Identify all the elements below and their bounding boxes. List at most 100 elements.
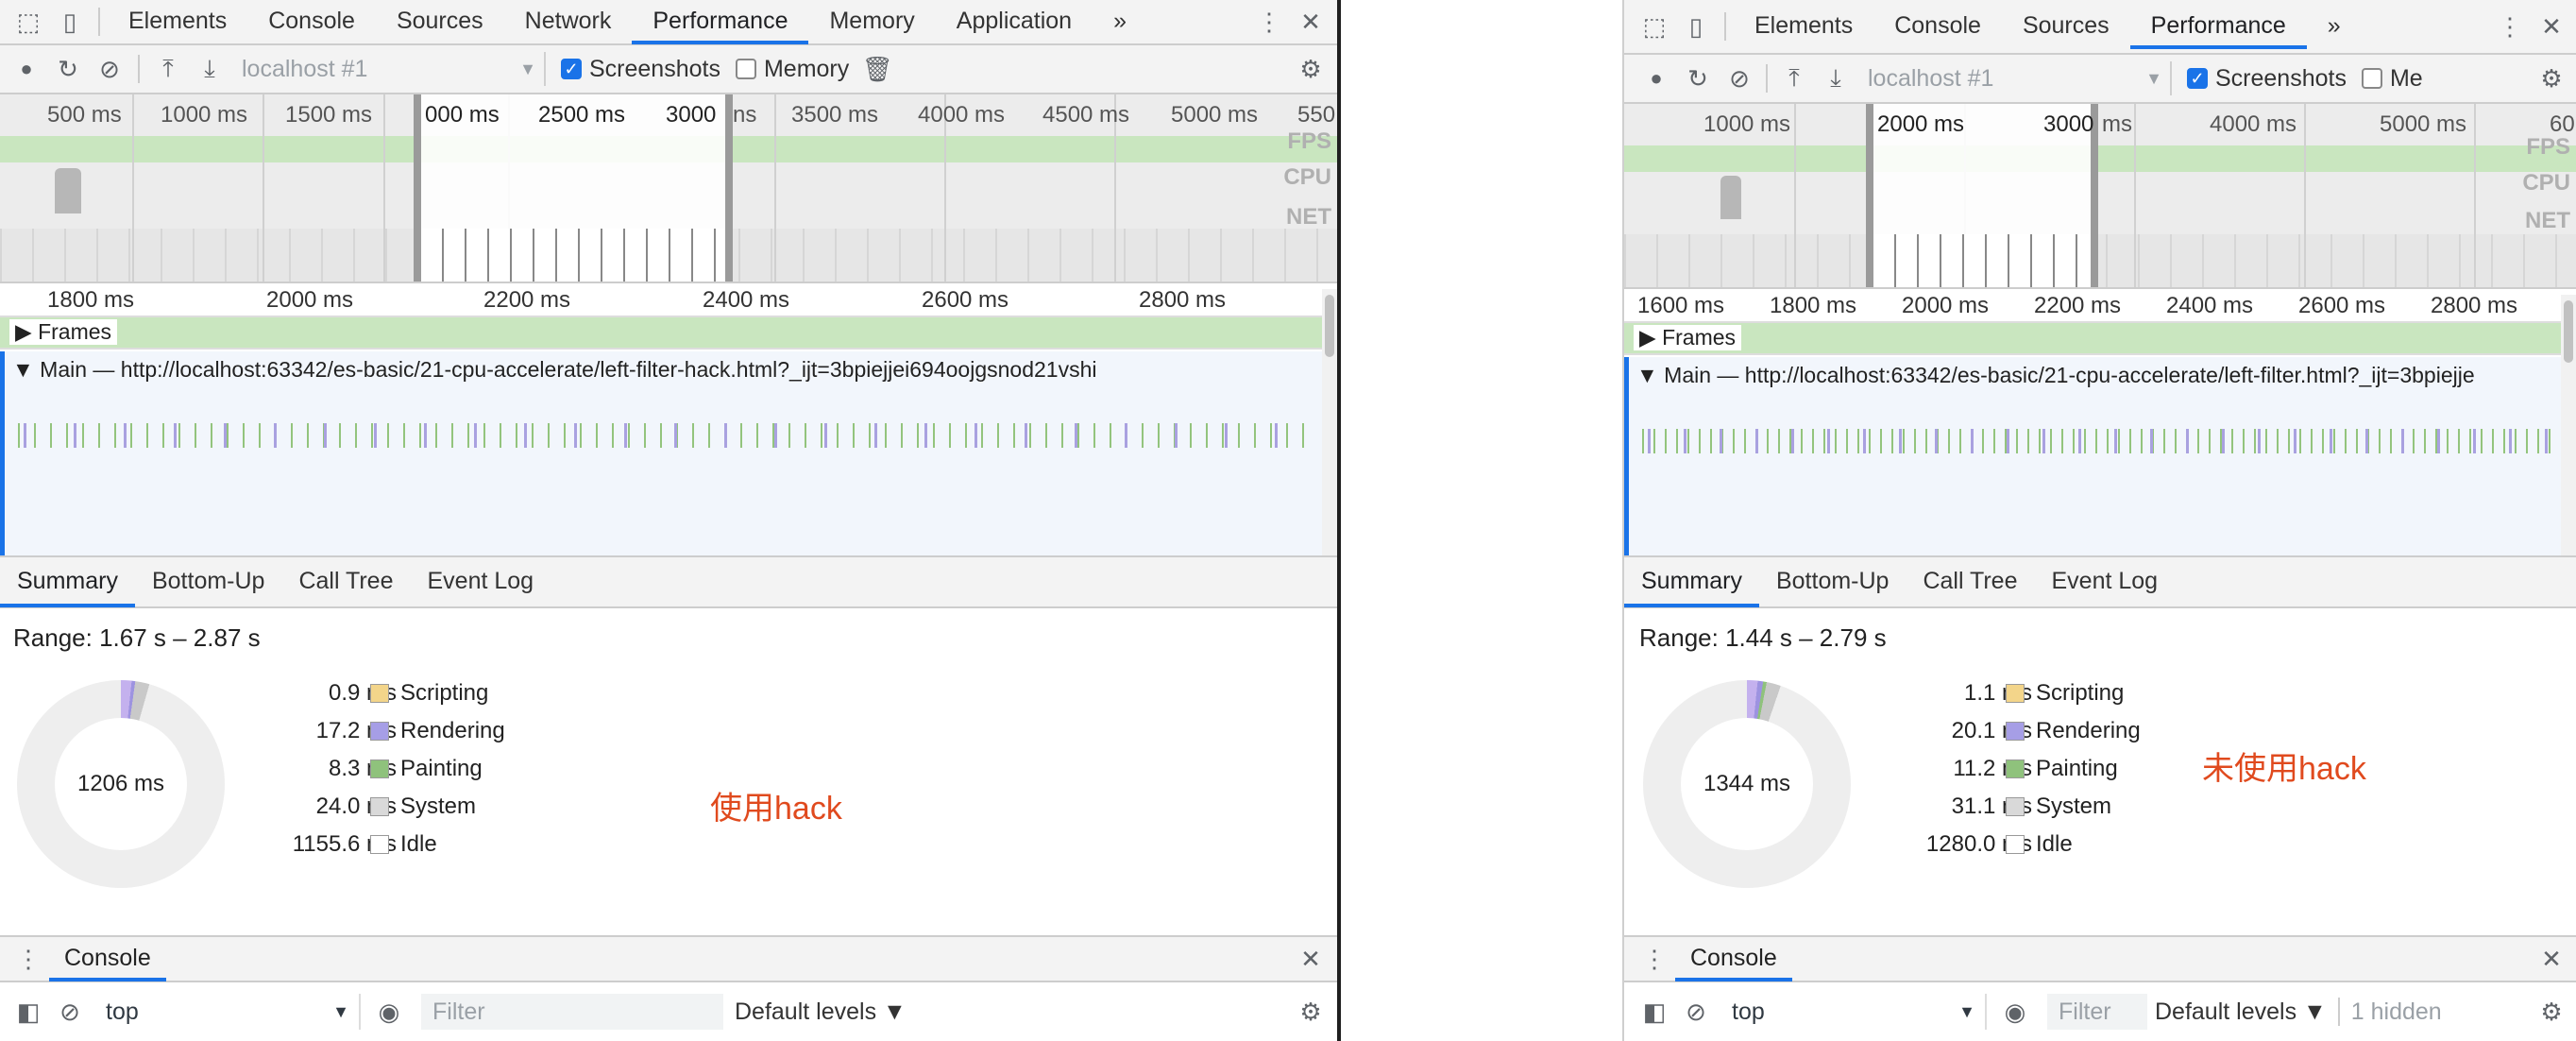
tab-bottom-up[interactable]: Bottom-Up [135,556,281,607]
frames-label: ▶ Frames [9,319,118,345]
kebab-menu-icon[interactable]: ⋮ [1634,938,1675,980]
inspect-icon[interactable]: ⬚ [1634,6,1675,47]
scrollbar-thumb[interactable] [2564,300,2573,363]
tab-bottom-up[interactable]: Bottom-Up [1759,556,1906,607]
overview-tick: 500 ms [47,102,122,128]
close-icon[interactable]: ✕ [2531,6,2572,47]
tab-summary[interactable]: Summary [1624,556,1759,607]
tab-summary[interactable]: Summary [0,556,135,607]
tab-console[interactable]: Console [1873,4,2002,49]
clear-icon[interactable]: ⊘ [1719,58,1760,99]
close-icon[interactable]: ✕ [1290,938,1331,980]
reload-icon[interactable]: ↻ [47,48,89,90]
gear-icon[interactable]: ⚙ [2531,991,2572,1032]
drawer-tab-console[interactable]: Console [49,936,166,981]
context-select[interactable]: top ▼ [96,994,361,1030]
tab-event-log[interactable]: Event Log [2035,556,2176,607]
legend-row-idle: 1155.6 ms Idle [292,831,437,857]
tab-call-tree[interactable]: Call Tree [281,556,410,607]
main-thread-track[interactable]: ▼ Main — http://localhost:63342/es-basic… [0,351,1337,555]
frames-track[interactable]: ▶ Frames [0,317,1337,350]
tab-sources[interactable]: Sources [2002,4,2130,49]
devtools-panel-left: ⬚ ▯ Elements Console Sources Network Per… [0,0,1337,1041]
overview-tick: 4000 ms [2210,111,2297,137]
timeline-tick: 1800 ms [47,287,135,313]
overview-tick: 550 [1297,102,1336,128]
upload-icon[interactable]: ⤒ [147,48,189,90]
clear-icon[interactable]: ⊘ [89,48,130,90]
record-icon[interactable]: ● [1635,58,1677,99]
details-tabs: Summary Bottom-Up Call Tree Event Log [1624,555,2576,608]
more-tabs-button[interactable]: » [1093,0,1147,44]
tab-elements[interactable]: Elements [1734,4,1873,49]
memory-checkbox[interactable]: Memory [735,56,849,83]
filter-input[interactable]: Filter [421,994,723,1030]
context-value: top [1732,998,1765,1025]
timeline-overview[interactable]: 500 ms 1000 ms 1500 ms 000 ms 2500 ms 30… [0,94,1337,283]
overview-tick: 000 ms [425,102,500,128]
tab-event-log[interactable]: Event Log [411,556,551,607]
more-tabs-button[interactable]: » [2307,4,2362,49]
devtools-panel-right: ⬚ ▯ Elements Console Sources Performance… [1622,0,2576,1041]
block-icon[interactable]: ⊘ [1675,991,1717,1032]
vertical-scrollbar[interactable] [1322,289,1337,555]
context-value: top [106,998,139,1025]
activity-donut-chart: 1344 ms [1643,680,1851,888]
screenshots-checkbox[interactable]: ✓ Screenshots [561,56,720,83]
reload-icon[interactable]: ↻ [1677,58,1719,99]
kebab-menu-icon[interactable]: ⋮ [2489,6,2531,47]
tab-console[interactable]: Console [247,0,376,44]
close-icon[interactable]: ✕ [2531,938,2572,980]
tab-performance[interactable]: Performance [2129,4,2307,49]
record-icon[interactable]: ● [6,48,47,90]
download-icon[interactable]: ⤓ [189,48,230,90]
default-levels-select[interactable]: Default levels ▼ [735,998,907,1026]
device-icon[interactable]: ▯ [49,1,91,43]
device-icon[interactable]: ▯ [1675,6,1717,47]
screenshots-checkbox[interactable]: ✓ Screenshots [2187,65,2347,93]
gear-icon[interactable]: ⚙ [1290,48,1331,90]
trash-icon[interactable]: 🗑 [856,48,898,90]
overview-tick: 2500 ms [538,102,626,128]
default-levels-select[interactable]: Default levels ▼ [2155,998,2327,1026]
memory-checkbox[interactable]: Me [2361,65,2423,93]
tab-network[interactable]: Network [504,0,633,44]
sidebar-icon[interactable]: ◧ [8,991,49,1032]
legend-row-painting: 8.3 ms Painting [328,756,483,781]
scrollbar-thumb[interactable] [1325,295,1334,357]
filter-input[interactable]: Filter [2047,994,2147,1030]
kebab-menu-icon[interactable]: ⋮ [1248,1,1290,43]
total-time: 1344 ms [1681,718,1813,850]
block-icon[interactable]: ⊘ [49,991,91,1032]
tab-elements[interactable]: Elements [108,0,247,44]
main-thread-track[interactable]: ▼ Main — http://localhost:63342/es-basic… [1624,357,2576,555]
screenshots-label: Screenshots [2215,64,2347,92]
tab-performance[interactable]: Performance [632,0,809,44]
eye-icon[interactable]: ◉ [368,991,410,1032]
tab-call-tree[interactable]: Call Tree [1906,556,2034,607]
drawer-tab-console[interactable]: Console [1675,936,1792,981]
upload-icon[interactable]: ⤒ [1773,58,1815,99]
inspect-icon[interactable]: ⬚ [8,1,49,43]
activity-legend: 1.1 ms Scripting 20.1 ms Rendering 11.2 ms… [1872,674,2174,863]
system-swatch [2006,797,2025,816]
tab-sources[interactable]: Sources [376,0,504,44]
context-select[interactable]: top ▼ [1722,994,1987,1030]
checkbox-unchecked-icon [735,59,756,79]
gear-icon[interactable]: ⚙ [2531,58,2572,99]
target-select[interactable]: localhost #1 ▼ [1860,61,2172,95]
performance-toolbar: ● ↻ ⊘ ⤒ ⤓ localhost #1 ▼ ✓ Screenshots M… [1624,55,2576,104]
frames-track[interactable]: ▶ Frames [1624,323,2576,355]
overview-tick: 5000 ms [1171,102,1259,128]
kebab-menu-icon[interactable]: ⋮ [8,938,49,980]
close-icon[interactable]: ✕ [1290,1,1331,43]
download-icon[interactable]: ⤓ [1815,58,1856,99]
tab-application[interactable]: Application [936,0,1093,44]
target-select[interactable]: localhost #1 ▼ [234,52,546,86]
gear-icon[interactable]: ⚙ [1290,991,1331,1032]
vertical-scrollbar[interactable] [2561,295,2576,555]
eye-icon[interactable]: ◉ [1994,991,2036,1032]
tab-memory[interactable]: Memory [808,0,935,44]
sidebar-icon[interactable]: ◧ [1634,991,1675,1032]
timeline-overview[interactable]: 1000 ms 2000 ms 3000 ms 4000 ms 5000 ms … [1624,104,2576,289]
